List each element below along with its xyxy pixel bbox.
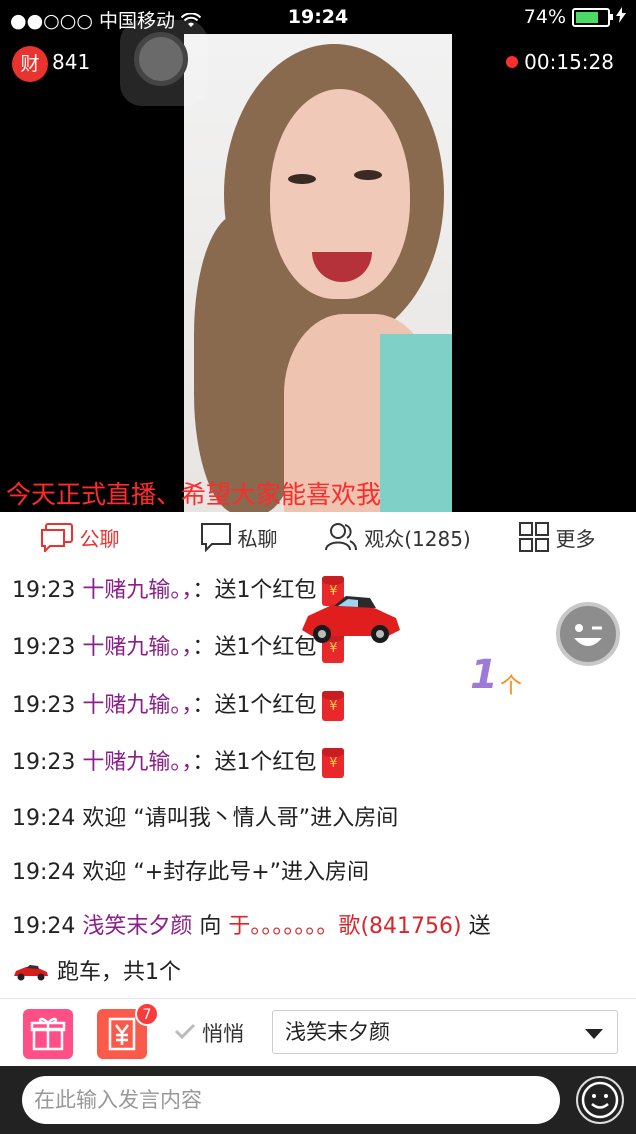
charging-icon: [616, 6, 626, 28]
message-separator: ：: [192, 578, 215, 603]
recording-dot-icon: [506, 56, 519, 68]
yuan-envelope-icon: [97, 1017, 147, 1063]
video-eye-shape: [354, 170, 382, 180]
message-user[interactable]: 十赌九输。，: [82, 750, 192, 775]
sports-car-icon: [12, 960, 57, 985]
tab-label: 私聊: [237, 526, 278, 551]
message-time: 19:24: [12, 860, 76, 885]
message-text: 向: [192, 914, 229, 939]
message-separator: ：: [192, 635, 215, 660]
tab-audience[interactable]: 观众(1285): [318, 512, 477, 562]
red-envelope-icon: [322, 691, 345, 721]
message-text: 欢迎 “请叫我丶情人哥”进入房间: [82, 806, 399, 831]
battery-percent: 74%: [523, 6, 566, 28]
message-time: 19:23: [12, 635, 76, 660]
grid-icon: [518, 521, 550, 553]
wink-emoji-icon[interactable]: [556, 602, 620, 666]
sports-car-gift-icon: [298, 590, 404, 652]
message-text: 送1个红包: [214, 693, 317, 718]
message-time: 19:24: [12, 914, 76, 939]
chat-message: 19:23 十赌九输。，：送1个红包: [12, 687, 345, 721]
gift-box-icon: [23, 1017, 73, 1063]
battery-icon: [572, 7, 613, 27]
message-separator: ：: [192, 750, 215, 775]
message-input[interactable]: [22, 1076, 560, 1124]
wealth-icon[interactable]: 财: [12, 46, 48, 82]
message-user[interactable]: 浅笑末夕颜: [82, 914, 192, 939]
message-time: 19:23: [12, 578, 76, 603]
gift-button[interactable]: [23, 1009, 73, 1059]
audience-icon: [324, 522, 358, 552]
tab-label: 更多: [555, 526, 596, 551]
message-text: 跑车，共1个: [57, 960, 181, 985]
recipient-dropdown[interactable]: 浅笑末夕颜: [272, 1010, 618, 1054]
status-bar: ●●○○○ 中国移动 19:24 74%: [0, 0, 636, 36]
notification-badge: 7: [135, 1002, 159, 1026]
smile-icon: [578, 1081, 622, 1126]
message-text: 送: [461, 914, 491, 939]
chat-message: 19:24 浅笑末夕颜 向 于。。。。。。。歌(841756) 送: [12, 908, 491, 940]
dropdown-caret-icon: [585, 1029, 603, 1039]
chat-message: 19:23 十赌九输。，：送1个红包: [12, 744, 345, 778]
tab-label: 公聊: [79, 526, 120, 551]
recipient-name: 浅笑末夕颜: [285, 1020, 390, 1044]
live-duration: 00:15:28: [524, 50, 614, 74]
video-eye-shape: [288, 174, 316, 184]
checkmark-icon: [174, 1021, 196, 1045]
chat-message: 19:23 十赌九输。，：送1个红包: [12, 572, 345, 606]
message-target-id: (841756): [360, 914, 462, 939]
live-timer: 00:15:28: [506, 50, 614, 74]
room-announcement: 今天正式直播、希望大家能喜欢我: [6, 480, 382, 509]
private-chat-icon: [200, 522, 232, 552]
chat-message: 19:24 欢迎 “请叫我丶情人哥”进入房间: [12, 800, 398, 832]
tab-label: 观众(1285): [364, 526, 471, 551]
chat-message: 19:23 十赌九输。，：送1个红包: [12, 629, 345, 663]
message-time: 19:23: [12, 693, 76, 718]
message-time: 19:23: [12, 750, 76, 775]
chat-message-continuation: 跑车，共1个: [12, 954, 181, 986]
wealth-count: 841: [52, 50, 91, 74]
live-stream-video[interactable]: [184, 34, 452, 512]
message-user[interactable]: 十赌九输。，: [82, 578, 192, 603]
quiet-label: 悄悄: [202, 1022, 244, 1046]
gift-animation-unit: 个: [500, 674, 523, 699]
tab-public-chat[interactable]: 公聊: [0, 512, 159, 562]
message-text: 欢迎 “+封存此号+”进入房间: [82, 860, 370, 885]
emoji-button[interactable]: [576, 1076, 624, 1124]
message-text: 送1个红包: [214, 750, 317, 775]
chat-tabs: 公聊 私聊 观众(1285) 更多: [0, 512, 636, 563]
message-separator: ：: [192, 693, 215, 718]
gift-animation-count: 1: [470, 652, 498, 698]
quiet-toggle[interactable]: 悄悄: [174, 1018, 244, 1048]
tab-private-chat[interactable]: 私聊: [159, 512, 318, 562]
red-envelope-icon: [322, 748, 345, 778]
message-time: 19:24: [12, 806, 76, 831]
message-user[interactable]: 十赌九输。，: [82, 693, 192, 718]
chat-message: 19:24 欢迎 “+封存此号+”进入房间: [12, 854, 369, 886]
assistive-touch-button[interactable]: [120, 20, 208, 106]
chat-bubble-icon: [40, 522, 74, 552]
message-target[interactable]: 于。。。。。。。歌: [228, 914, 360, 939]
battery-info: 74%: [524, 6, 626, 28]
tab-more[interactable]: 更多: [477, 512, 636, 562]
message-user[interactable]: 十赌九输。，: [82, 635, 192, 660]
